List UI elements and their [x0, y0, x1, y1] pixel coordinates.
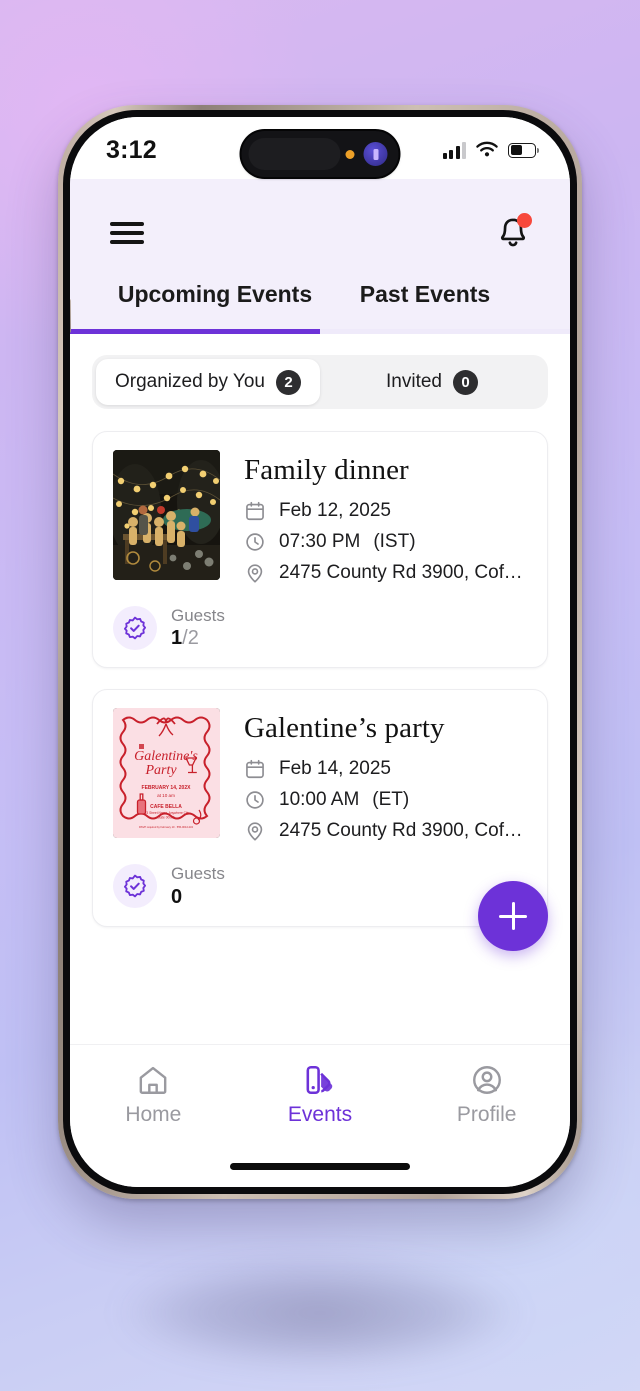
notification-bell-button[interactable] [496, 213, 532, 251]
status-bar: 3:12 [70, 117, 570, 179]
nav-label-events: Events [287, 1103, 353, 1126]
calendar-icon [246, 760, 264, 779]
segment-organized-by-you[interactable]: Organized by You 2 [96, 359, 320, 405]
header-row [110, 201, 532, 265]
guest-badge [113, 606, 157, 651]
phone-drop-shadow [120, 1258, 520, 1368]
events-palette-icon [306, 1065, 333, 1095]
guests-label: Guests [171, 864, 225, 884]
notification-badge-dot [517, 213, 532, 228]
guests-total: 2 [187, 627, 199, 650]
event-location: 2475 County Rd 3900, Coffeyvill... [279, 820, 527, 842]
svg-text:State 00000: State 00000 [157, 816, 174, 820]
event-location-row: 2475 County Rd 3900, Coffeyvill... [244, 820, 527, 842]
segment-invited[interactable]: Invited 0 [320, 359, 544, 405]
svg-text:123 Street Name, Anywhere City: 123 Street Name, Anywhere City [143, 811, 190, 815]
event-date-row: Feb 14, 2025 [244, 758, 527, 780]
status-time: 3:12 [106, 135, 157, 164]
battery-icon [508, 142, 539, 158]
event-card-top: Galentine's Party FEBRUARY 14, 202X at 1… [113, 708, 527, 851]
phone-device-frame: 3:12 Upcoming Events Past Events Organiz… [58, 105, 582, 1199]
event-card[interactable]: Galentine's Party FEBRUARY 14, 202X at 1… [92, 689, 548, 927]
event-thumbnail-galentines-party: Galentine's Party FEBRUARY 14, 202X at 1… [113, 708, 220, 839]
calendar-icon [246, 501, 264, 521]
event-title: Family dinner [244, 454, 409, 486]
svg-text:RSVP required by February 10 ·: RSVP required by February 10 · 555-000-1… [139, 825, 193, 829]
guests-label: Guests [171, 606, 225, 625]
event-card-top: Family dinner Feb 12, 2025 07:30 PM (IST… [113, 450, 527, 593]
events-content-area: Organized by You 2 Invited 0 Family dinn… [70, 334, 570, 977]
silent-switch-button[interactable] [70, 299, 71, 333]
event-guests-row: Guests 1/2 [113, 605, 527, 651]
segment-invited-label: Invited [386, 371, 442, 392]
location-pin-icon [247, 822, 263, 841]
tab-past-events[interactable]: Past Events [320, 281, 530, 323]
nav-item-home[interactable]: Home [70, 1063, 237, 1127]
svg-text:CAFE BELLA: CAFE BELLA [150, 804, 182, 810]
nav-label-profile: Profile [456, 1103, 517, 1126]
event-timezone: (ET) [372, 789, 410, 811]
create-event-fab[interactable] [478, 881, 548, 951]
guest-badge [113, 864, 157, 909]
profile-person-icon [472, 1066, 501, 1094]
guests-attending: 1 [171, 627, 183, 650]
nav-item-profile[interactable]: Profile [403, 1063, 570, 1127]
home-indicator[interactable] [230, 1163, 410, 1170]
event-time: 10:00 AM [279, 789, 360, 811]
app-header: Upcoming Events Past Events [70, 179, 570, 329]
svg-text:FEBRUARY 14, 202X: FEBRUARY 14, 202X [142, 785, 192, 791]
dynamic-island [241, 131, 399, 177]
location-pin-icon [247, 564, 263, 583]
status-icon-group [442, 141, 539, 159]
signal-bars-icon [442, 141, 466, 159]
event-title: Galentine’s party [244, 712, 445, 745]
guest-counter: Guests 1/2 [171, 605, 225, 651]
event-info: Family dinner Feb 12, 2025 07:30 PM (IST… [244, 450, 527, 593]
event-date: Feb 12, 2025 [279, 500, 391, 521]
event-info: Galentine’s party Feb 14, 2025 10:00 AM … [244, 708, 527, 851]
event-guests-row: Guests 0 [113, 863, 527, 909]
wifi-icon [476, 141, 498, 157]
segment-organized-label: Organized by You [114, 371, 265, 392]
event-thumbnail-family-dinner [113, 450, 220, 580]
live-activity-app-icon [363, 142, 388, 166]
clock-icon [246, 791, 264, 809]
plus-icon [499, 902, 527, 930]
event-timezone: (IST) [373, 531, 416, 552]
tab-upcoming-events[interactable]: Upcoming Events [110, 281, 320, 323]
verified-check-icon [124, 616, 146, 640]
guests-count: 1/2 [171, 626, 225, 651]
guests-count: 0 [171, 885, 225, 910]
nav-label-home: Home [125, 1103, 182, 1126]
event-date: Feb 14, 2025 [279, 758, 391, 780]
top-tab-bar: Upcoming Events Past Events [110, 265, 530, 323]
filter-segmented-control: Organized by You 2 Invited 0 [92, 355, 548, 409]
event-time-row: 07:30 PM (IST) [244, 531, 527, 553]
clock-icon [246, 533, 264, 551]
segment-invited-count: 0 [452, 369, 478, 395]
svg-text:Party: Party [144, 763, 177, 778]
svg-text:Galentine's: Galentine's [134, 749, 198, 764]
dynamic-island-pill [248, 138, 341, 170]
event-time: 07:30 PM [279, 531, 361, 552]
mic-active-indicator-icon [345, 149, 355, 159]
segment-organized-count: 2 [276, 369, 301, 395]
event-date-row: Feb 12, 2025 [244, 500, 527, 522]
phone-screen: 3:12 Upcoming Events Past Events Organiz… [70, 117, 570, 1187]
event-time-row: 10:00 AM (ET) [244, 789, 527, 811]
hamburger-menu-icon[interactable] [110, 216, 144, 249]
event-location: 2475 County Rd 3900, Coffeyvill... [279, 562, 527, 583]
phone-bezel: 3:12 Upcoming Events Past Events Organiz… [63, 110, 577, 1194]
nav-item-events[interactable]: Events [237, 1063, 404, 1127]
home-icon [139, 1066, 167, 1094]
event-location-row: 2475 County Rd 3900, Coffeyvill... [244, 562, 527, 584]
guest-counter: Guests 0 [171, 863, 225, 909]
event-card[interactable]: Family dinner Feb 12, 2025 07:30 PM (IST… [92, 431, 548, 669]
verified-check-icon [124, 875, 146, 898]
svg-text:at 10 am: at 10 am [157, 793, 175, 798]
guests-attending: 0 [171, 885, 183, 908]
